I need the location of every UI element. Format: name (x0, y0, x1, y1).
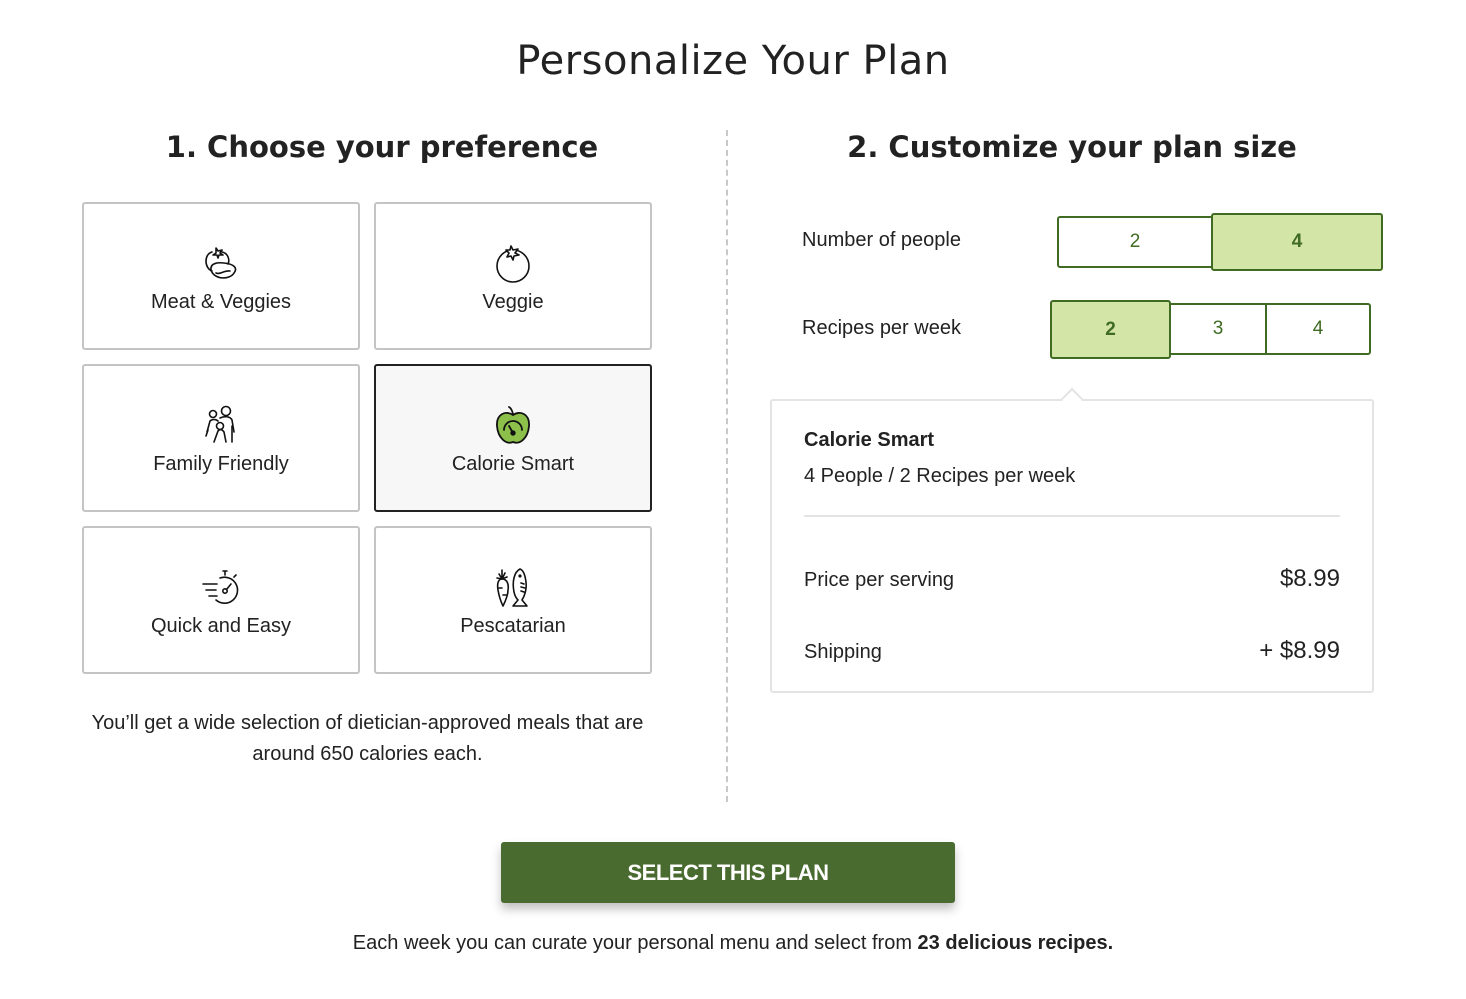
family-icon (197, 401, 245, 449)
summary-plan-size: 4 People / 2 Recipes per week (804, 465, 1076, 487)
preference-label: Pescatarian (460, 614, 566, 637)
price-per-serving-row: Price per serving $8.99 (804, 565, 1340, 593)
shipping-value: + $8.99 (1259, 637, 1340, 664)
summary-divider (804, 515, 1340, 517)
preference-label: Meat & Veggies (150, 290, 292, 313)
preference-card-pescatarian[interactable]: Pescatarian (374, 526, 652, 674)
preference-label: Veggie (482, 290, 544, 313)
apple-gauge-icon (489, 401, 537, 449)
summary-pointer (1060, 387, 1084, 411)
recipes-per-week-selector: 2 3 4 (1050, 300, 1371, 359)
tomato-icon (489, 239, 537, 287)
plan-size-heading: 2. Customize your plan size (847, 130, 1297, 164)
people-option-4[interactable]: 4 (1211, 213, 1383, 271)
preference-card-veggie[interactable]: Veggie (374, 202, 652, 350)
carrot-fish-icon (489, 563, 537, 611)
preference-card-quick-and-easy[interactable]: Quick and Easy (82, 526, 360, 674)
number-of-people-label: Number of people (802, 229, 961, 251)
footer-note-highlight: 23 delicious recipes. (917, 932, 1114, 954)
preference-card-calorie-smart[interactable]: Calorie Smart (374, 364, 652, 512)
select-this-plan-button[interactable]: SELECT THIS PLAN (501, 842, 955, 903)
footer-note-text: Each week you can curate your personal m… (352, 932, 918, 954)
recipes-option-4[interactable]: 4 (1265, 303, 1371, 355)
preference-label: Family Friendly (153, 452, 289, 475)
number-of-people-selector: 2 4 (1057, 213, 1383, 271)
preference-heading: 1. Choose your preference (165, 130, 599, 164)
preference-description: You’ll get a wide selection of dietician… (91, 712, 644, 765)
preference-grid: Meat & Veggies Veggie Family Friendly Ca… (82, 202, 654, 674)
stopwatch-icon (197, 563, 245, 611)
section-divider (726, 130, 728, 802)
meat-veggies-icon (197, 239, 245, 287)
people-option-2[interactable]: 2 (1057, 216, 1213, 268)
shipping-row: Shipping + $8.99 (804, 637, 1340, 665)
price-per-serving-label: Price per serving (804, 569, 955, 591)
shipping-label: Shipping (804, 641, 882, 663)
footer-note: Each week you can curate your personal m… (0, 932, 1466, 955)
recipes-per-week-label: Recipes per week (802, 317, 961, 339)
plan-summary-card: Calorie Smart 4 People / 2 Recipes per w… (770, 387, 1374, 693)
preference-card-family-friendly[interactable]: Family Friendly (82, 364, 360, 512)
recipes-option-2[interactable]: 2 (1050, 300, 1171, 359)
preference-card-meat-veggies[interactable]: Meat & Veggies (82, 202, 360, 350)
page-title: Personalize Your Plan (516, 38, 950, 84)
summary-plan-name: Calorie Smart (804, 429, 935, 451)
preference-label: Calorie Smart (451, 452, 575, 475)
recipes-option-3[interactable]: 3 (1169, 303, 1267, 355)
price-per-serving-value: $8.99 (1279, 565, 1340, 592)
preference-label: Quick and Easy (150, 614, 292, 637)
